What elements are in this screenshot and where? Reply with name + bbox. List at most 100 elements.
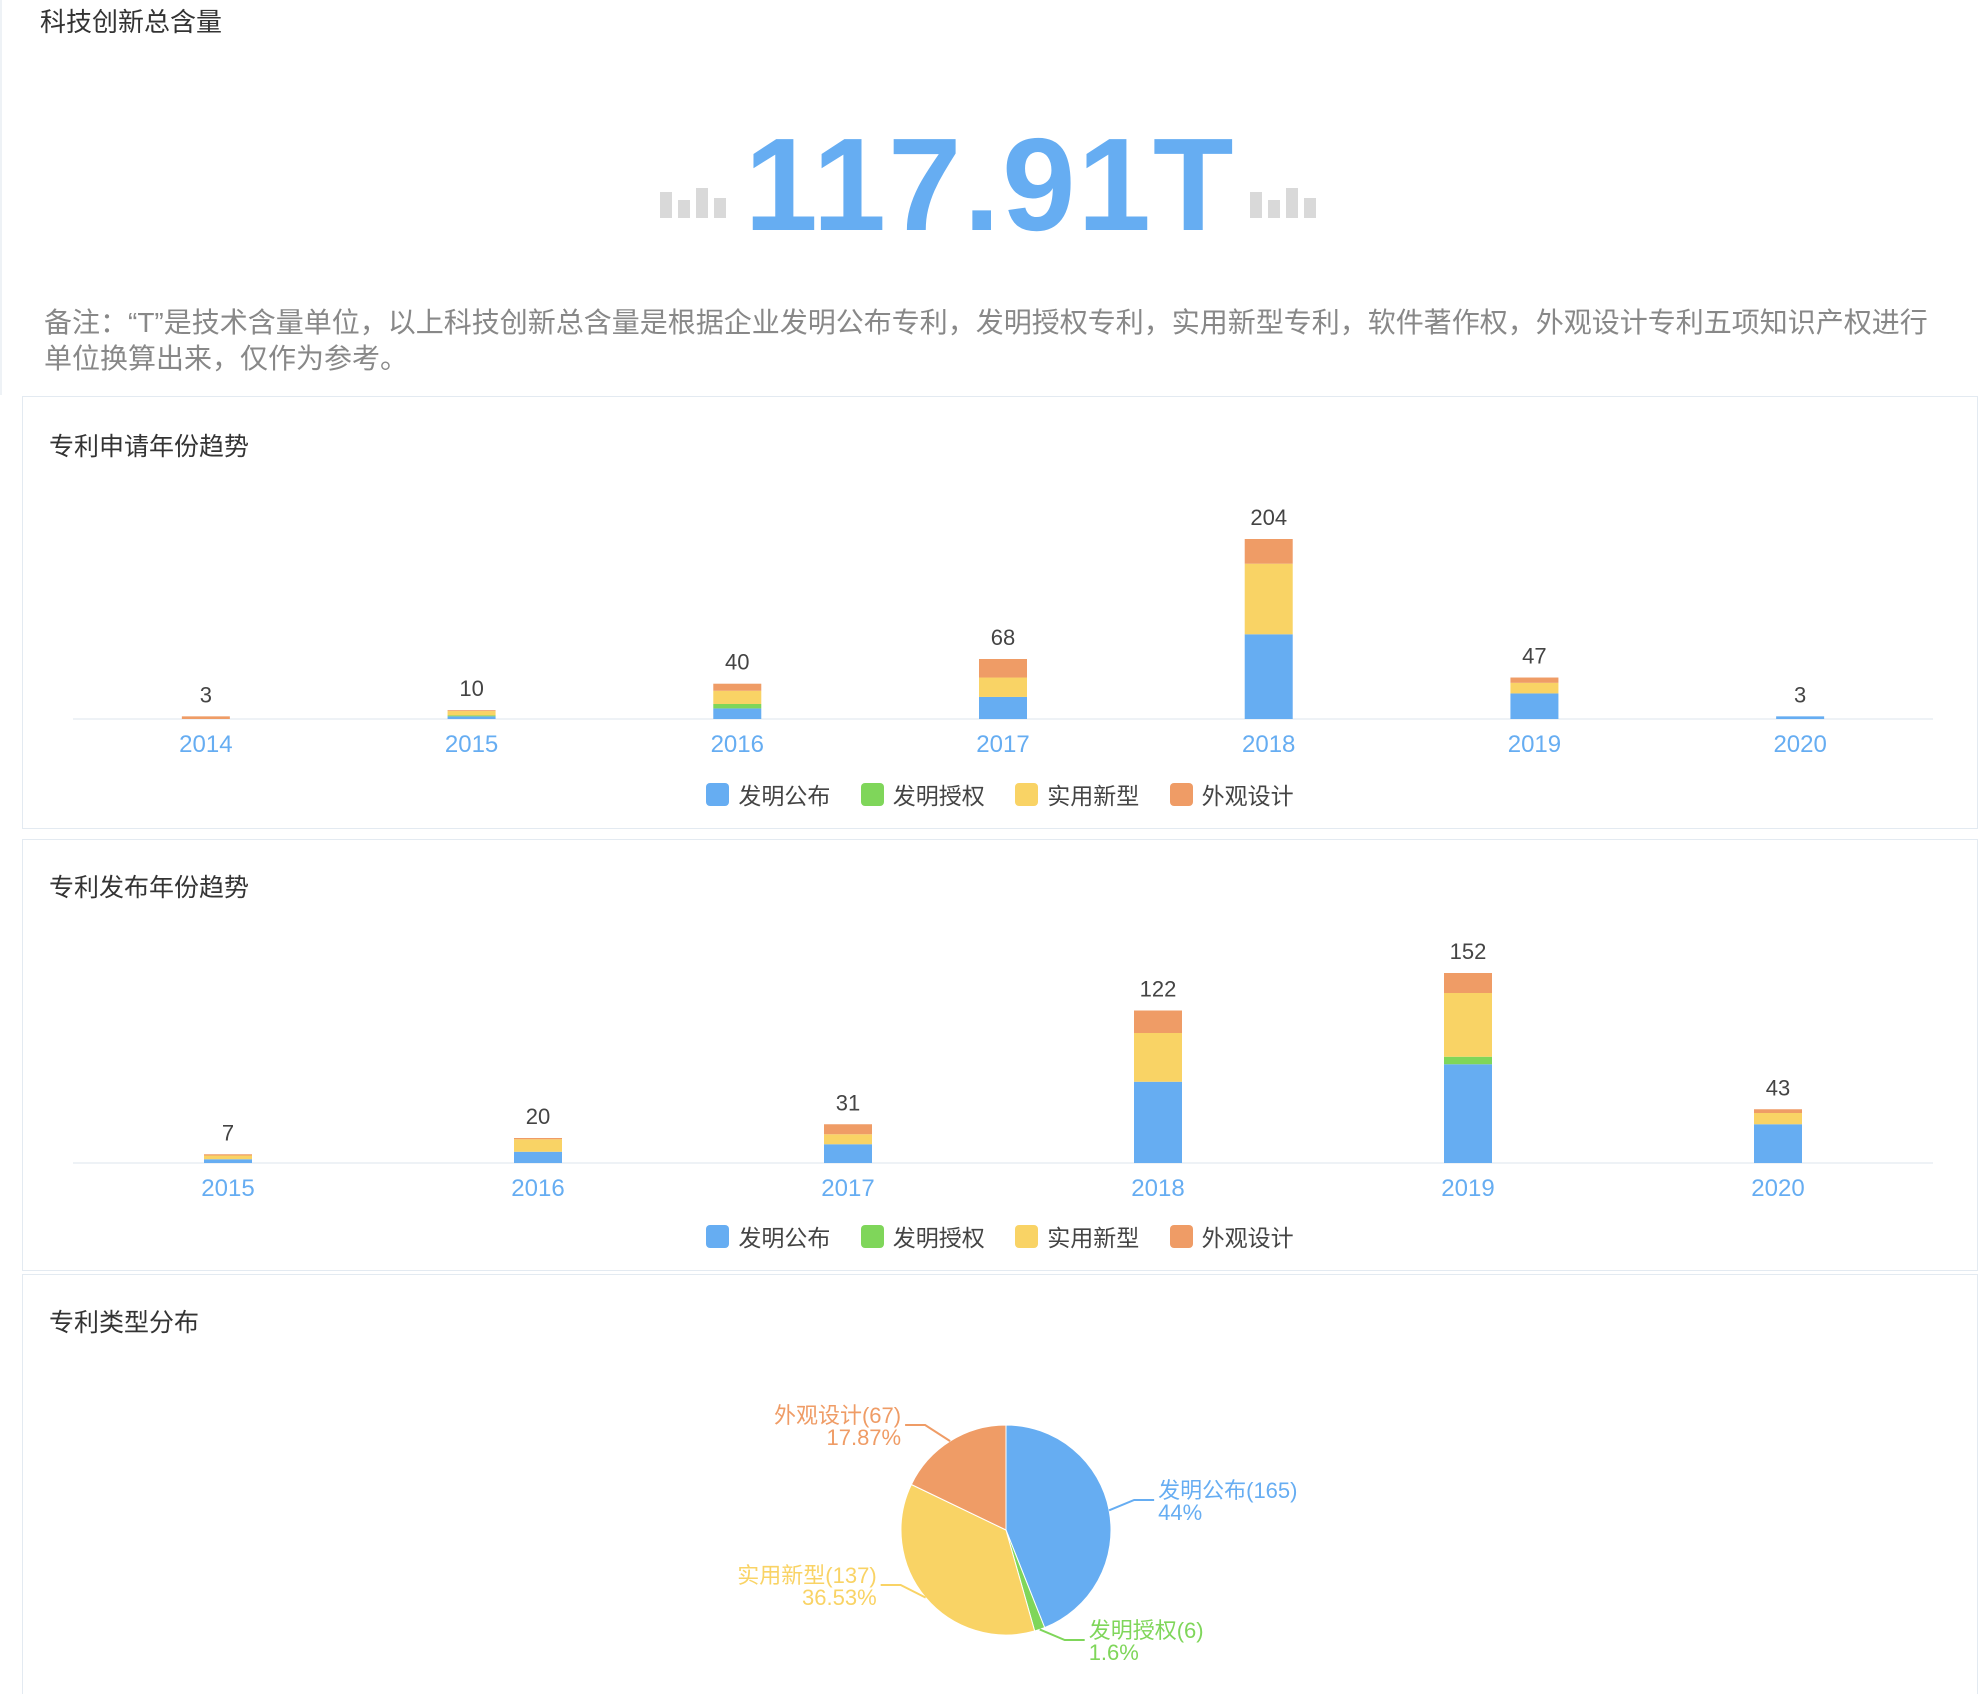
bar-segment	[1244, 539, 1293, 564]
x-tick-label: 2020	[1773, 731, 1826, 758]
pie-percent-label: 17.87%	[826, 1425, 901, 1450]
bar-segment	[204, 1159, 252, 1163]
legend-item-invention-grant[interactable]: 发明授权	[860, 1219, 985, 1253]
legend-label: 外观设计	[1201, 1225, 1294, 1251]
x-tick-label: 2015	[201, 1175, 254, 1202]
legend-label: 发明授权	[892, 1225, 985, 1251]
legend-item-design[interactable]: 外观设计	[1169, 777, 1294, 811]
x-tick-label: 2017	[821, 1175, 874, 1202]
legend: 发明公布 发明授权 实用新型 外观设计	[23, 777, 1977, 811]
tech-innovation-section: 科技创新总含量 117.91T 备注：“T”是技术含量单位，以上科技创新总含量是…	[0, 0, 1980, 395]
bar-segment	[1510, 682, 1559, 694]
bar-segment	[1444, 993, 1492, 1057]
legend-item-invention-publish[interactable]: 发明公布	[706, 1219, 830, 1253]
bar-segment	[979, 659, 1027, 678]
metric-value-wrap: 117.91T	[0, 115, 1980, 255]
type-distribution-pie: 发明公布(165)44%发明授权(6)1.6%实用新型(137)36.53%外观…	[737, 1403, 1297, 1665]
metric-note: 备注：“T”是技术含量单位，以上科技创新总含量是根据企业发明公布专利，发明授权专…	[44, 307, 1928, 374]
x-tick-label: 2015	[445, 731, 498, 758]
legend-swatch	[860, 782, 884, 806]
bar-segment	[1444, 1064, 1492, 1163]
bar-segment	[824, 1144, 872, 1163]
legend-label: 发明授权	[892, 783, 985, 809]
bar-segment	[514, 1139, 562, 1152]
x-tick-label: 2017	[976, 731, 1029, 758]
bar-segment	[824, 1124, 872, 1135]
legend-swatch	[706, 1224, 730, 1248]
pie-leader-line	[1108, 1499, 1155, 1512]
bar-segment	[1244, 563, 1293, 635]
data-label: 43	[1766, 1075, 1790, 1100]
bar-segment	[1754, 1124, 1802, 1163]
legend-item-utility-model[interactable]: 实用新型	[1015, 777, 1139, 811]
pie-leader-line	[905, 1424, 951, 1442]
bar-segment	[447, 716, 496, 719]
bar-segment	[1444, 1056, 1492, 1065]
data-label: 20	[526, 1104, 550, 1129]
legend-label: 实用新型	[1047, 783, 1140, 809]
pie-leader-line	[1039, 1628, 1085, 1641]
data-label: 40	[725, 650, 749, 675]
bar-segment	[824, 1134, 872, 1145]
bar-segment	[979, 696, 1027, 719]
legend-item-utility-model[interactable]: 实用新型	[1015, 1219, 1139, 1253]
bar-segment	[1510, 693, 1559, 719]
x-tick-label: 2018	[1131, 1175, 1184, 1202]
metric-value: 117.91T	[744, 111, 1236, 258]
bar-segment	[1510, 677, 1559, 683]
legend-swatch	[1015, 1224, 1039, 1248]
data-label: 10	[459, 676, 483, 701]
legend-item-invention-grant[interactable]: 发明授权	[860, 777, 985, 811]
legend-item-design[interactable]: 外观设计	[1169, 1219, 1294, 1253]
bar-segment	[1244, 634, 1293, 719]
bar-segment	[204, 1154, 252, 1156]
data-label: 204	[1250, 505, 1287, 530]
x-tick-label: 2020	[1751, 1175, 1804, 1202]
x-tick-label: 2014	[179, 731, 232, 758]
legend-swatch	[1169, 782, 1193, 806]
x-tick-label: 2019	[1441, 1175, 1494, 1202]
legend: 发明公布 发明授权 实用新型 外观设计	[23, 1219, 1977, 1253]
bar-segment	[979, 677, 1027, 697]
bar-segment	[713, 690, 762, 704]
data-label: 3	[1794, 682, 1806, 707]
bar-segment	[1134, 1010, 1182, 1033]
bar-segment	[713, 683, 762, 691]
data-label: 152	[1450, 939, 1487, 964]
legend-label: 实用新型	[1047, 1225, 1140, 1251]
pie-percent-label: 36.53%	[802, 1585, 877, 1610]
legend-label: 发明公布	[738, 1225, 831, 1251]
legend-label: 外观设计	[1201, 783, 1294, 809]
bar-segment	[1754, 1109, 1802, 1113]
bar-segment	[514, 1151, 562, 1163]
x-tick-label: 2016	[511, 1175, 564, 1202]
bar-segment	[447, 710, 496, 712]
publish-trend-panel: 专利发布年份趋势 2015 7 2016 20 2017 31 2018 122 2019 152…	[22, 839, 1978, 1271]
x-tick-label: 2019	[1508, 731, 1561, 758]
legend-label: 发明公布	[738, 783, 831, 809]
bar-segment	[1754, 1113, 1802, 1125]
bar-segment	[713, 704, 762, 709]
pie-percent-label: 44%	[1158, 1500, 1202, 1525]
bar-segment	[713, 708, 762, 719]
bar-segment	[447, 711, 496, 716]
data-label: 7	[222, 1120, 234, 1145]
legend-swatch	[706, 782, 730, 806]
application-trend-chart: 2014 3 2015 10 2016 40 2017 68 2018 204 2019 47 2020…	[73, 505, 1933, 758]
data-label: 3	[200, 682, 212, 707]
bar-segment	[1134, 1081, 1182, 1163]
bar-segment	[1444, 973, 1492, 993]
bar-segment	[204, 1155, 252, 1160]
legend-swatch	[860, 1224, 884, 1248]
x-tick-label: 2016	[711, 731, 764, 758]
bar-segment	[181, 716, 230, 719]
legend-item-invention-publish[interactable]: 发明公布	[706, 777, 830, 811]
bar-segment	[514, 1138, 562, 1140]
metric-title: 科技创新总含量	[40, 7, 223, 37]
x-tick-label: 2018	[1242, 731, 1295, 758]
data-label: 122	[1140, 977, 1177, 1002]
bar-chart-decor-icon	[1250, 182, 1330, 218]
bar-segment	[447, 715, 496, 717]
application-trend-panel: 专利申请年份趋势 2014 3 2015 10 2016 40 2017 68 2018 204 2…	[22, 396, 1978, 829]
legend-swatch	[1015, 782, 1039, 806]
